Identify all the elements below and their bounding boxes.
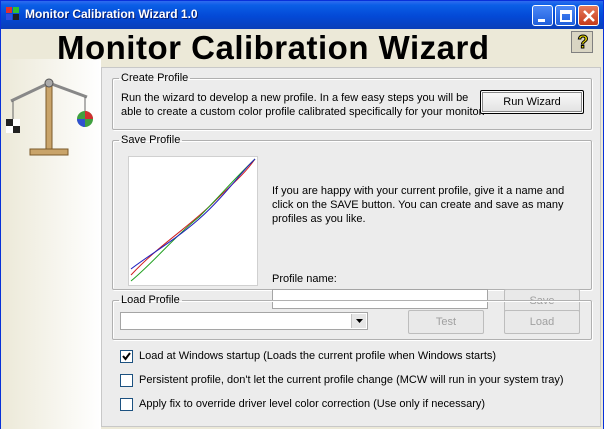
save-profile-line1: If you are happy with your current profi… xyxy=(272,185,565,197)
test-button[interactable]: Test xyxy=(408,310,484,334)
maximize-button[interactable] xyxy=(555,5,576,26)
startup-option-label[interactable]: Load at Windows startup (Loads the curre… xyxy=(139,350,496,362)
save-profile-legend: Save Profile xyxy=(121,134,181,146)
calibration-curve-graph xyxy=(128,156,258,286)
app-window: Monitor Calibration Wizard 1.0 Monitor C… xyxy=(0,0,604,429)
balance-scale-icon xyxy=(6,78,93,156)
minimize-icon xyxy=(538,19,545,22)
load-button[interactable]: Load xyxy=(504,310,580,334)
driver-fix-option-label[interactable]: Apply fix to override driver level color… xyxy=(139,398,485,410)
red-curve xyxy=(130,158,256,276)
help-button[interactable]: ? xyxy=(571,31,593,53)
persistent-checkbox[interactable] xyxy=(120,374,133,387)
create-profile-legend: Create Profile xyxy=(121,72,189,84)
main-content: Monitor Calibration Wizard ? Create Prof… xyxy=(1,29,603,429)
close-icon xyxy=(583,10,595,22)
green-curve xyxy=(130,158,256,282)
help-icon: ? xyxy=(577,32,589,53)
close-button[interactable] xyxy=(578,5,599,26)
create-profile-line2: able to create a custom color profile ca… xyxy=(121,106,485,118)
startup-checkbox[interactable] xyxy=(120,350,133,363)
run-wizard-button[interactable]: Run Wizard xyxy=(480,90,584,114)
left-decoration-panel xyxy=(1,59,101,429)
blue-curve xyxy=(130,158,256,270)
window-title: Monitor Calibration Wizard 1.0 xyxy=(25,7,198,21)
load-profile-legend: Load Profile xyxy=(121,294,180,306)
persistent-option-label[interactable]: Persistent profile, don't let the curren… xyxy=(139,374,564,386)
create-profile-line1: Run the wizard to develop a new profile.… xyxy=(121,92,469,104)
check-icon xyxy=(122,352,131,361)
save-profile-line3: profiles as you like. xyxy=(272,213,366,225)
profile-select[interactable] xyxy=(120,312,368,330)
save-profile-line2: click on the SAVE button. You can create… xyxy=(272,199,564,211)
minimize-button[interactable] xyxy=(532,5,553,26)
page-title: Monitor Calibration Wizard xyxy=(57,29,490,66)
maximize-icon xyxy=(560,10,572,22)
title-bar[interactable]: Monitor Calibration Wizard 1.0 xyxy=(1,1,603,29)
dropdown-arrow-icon[interactable] xyxy=(351,314,366,328)
app-icon xyxy=(6,7,19,20)
calibration-curves xyxy=(130,158,256,282)
driver-fix-checkbox[interactable] xyxy=(120,398,133,411)
settings-panel: Create Profile Run the wizard to develop… xyxy=(101,67,601,427)
profile-name-label: Profile name: xyxy=(272,273,337,285)
